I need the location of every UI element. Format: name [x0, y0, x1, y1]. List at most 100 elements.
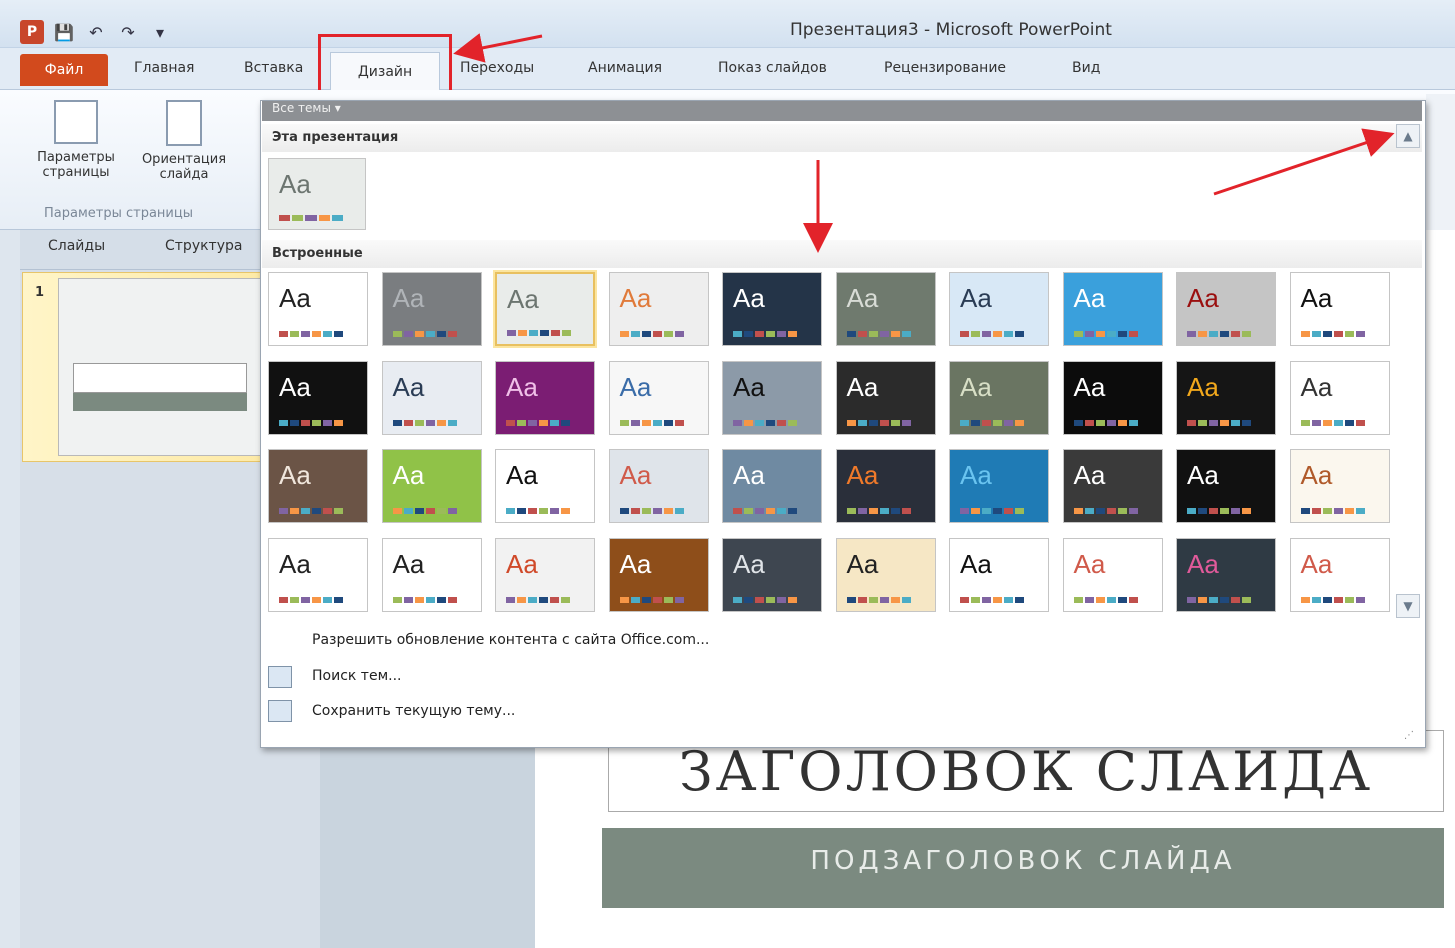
theme-thumbnail[interactable]: Aa: [949, 449, 1049, 523]
page-setup-button[interactable]: Параметры страницы: [22, 96, 130, 206]
theme-thumbnail[interactable]: Aa: [1289, 272, 1390, 346]
tab-transitions[interactable]: Переходы: [460, 60, 534, 76]
theme-thumbnail[interactable]: Aa: [1176, 272, 1276, 346]
theme-sample-text: Aa: [846, 283, 879, 313]
theme-sample-text: Aa: [846, 460, 879, 490]
theme-thumbnail[interactable]: Aa: [1062, 272, 1163, 346]
window-title: Презентация3 - Microsoft PowerPoint: [790, 20, 1112, 40]
theme-thumbnail[interactable]: Aa: [1062, 537, 1163, 612]
tab-view[interactable]: Вид: [1072, 60, 1100, 76]
theme-sample-text: Aa: [1300, 460, 1333, 490]
theme-thumbnail[interactable]: Aa: [381, 449, 482, 523]
theme-thumbnail[interactable]: Aa: [1062, 449, 1163, 523]
theme-thumbnail[interactable]: Aa: [1176, 537, 1276, 612]
slide-subtitle: ПОДЗАГОЛОВОК СЛАЙДА: [810, 846, 1236, 876]
tab-outline[interactable]: Структура: [165, 238, 242, 254]
theme-thumbnail[interactable]: Aa: [1176, 449, 1276, 523]
theme-thumbnail[interactable]: Aa: [722, 272, 822, 346]
theme-color-swatches: [1187, 331, 1251, 337]
tab-animations[interactable]: Анимация: [588, 60, 662, 76]
theme-color-swatches: [279, 508, 343, 514]
theme-sample-text: Aa: [392, 548, 425, 579]
redo-icon[interactable]: ↷: [116, 20, 140, 44]
thumbnail-subtitle-bar: [73, 393, 247, 411]
theme-thumbnail[interactable]: Aa: [1289, 449, 1390, 523]
theme-thumbnail[interactable]: Aa: [835, 537, 936, 612]
theme-color-swatches: [619, 596, 684, 603]
theme-thumbnail[interactable]: Aa: [1062, 360, 1163, 435]
theme-color-swatches: [619, 508, 684, 514]
theme-thumbnail[interactable]: Aa: [949, 360, 1049, 435]
theme-color-swatches: [1300, 419, 1365, 426]
theme-thumbnail[interactable]: Aa: [268, 537, 368, 612]
theme-color-swatches: [392, 331, 457, 337]
theme-thumbnail[interactable]: Aa: [381, 272, 482, 346]
theme-thumbnail[interactable]: Aa: [268, 272, 368, 346]
theme-thumbnail[interactable]: Aa: [495, 449, 595, 523]
theme-thumbnail[interactable]: Aa: [722, 449, 822, 523]
theme-sample-text: Aa: [960, 371, 992, 402]
tab-insert[interactable]: Вставка: [244, 60, 303, 76]
theme-color-swatches: [279, 419, 343, 426]
theme-thumbnail[interactable]: Aa: [381, 537, 482, 612]
tab-slideshow[interactable]: Показ слайдов: [718, 60, 827, 76]
page-setup-icon: [54, 100, 98, 144]
theme-sample-text: Aa: [960, 460, 992, 490]
theme-sample-text: Aa: [1187, 371, 1219, 402]
theme-thumbnail[interactable]: Aa: [268, 449, 368, 523]
gallery-scroll-up-button[interactable]: ▲: [1396, 124, 1420, 148]
theme-thumbnail[interactable]: Aa: [495, 360, 595, 435]
section-current-presentation: Эта презентация: [262, 124, 1422, 152]
menu-browse-themes[interactable]: Поиск тем...: [312, 668, 401, 684]
theme-sample-text: Aa: [506, 371, 538, 402]
gallery-resize-grip[interactable]: ⋰: [1404, 730, 1420, 744]
theme-thumbnail[interactable]: Aa: [835, 360, 936, 435]
gallery-scroll-down-button[interactable]: ▼: [1396, 594, 1420, 618]
undo-icon[interactable]: ↶: [84, 20, 108, 44]
theme-thumbnail[interactable]: Aa: [268, 360, 368, 435]
theme-thumbnail[interactable]: Aa: [608, 449, 709, 523]
theme-color-swatches: [1187, 508, 1251, 514]
gallery-filter-header[interactable]: Все темы ▾: [262, 101, 1422, 121]
tab-slides[interactable]: Слайды: [48, 238, 105, 254]
theme-thumbnail[interactable]: Aa: [608, 537, 709, 612]
theme-color-swatches: [846, 508, 911, 514]
theme-thumbnail[interactable]: Aa: [835, 449, 936, 523]
theme-sample-text: Aa: [506, 548, 538, 579]
theme-thumbnail[interactable]: Aa: [835, 272, 936, 346]
theme-thumbnail[interactable]: Aa: [495, 537, 595, 612]
menu-save-current-theme[interactable]: Сохранить текущую тему...: [312, 703, 515, 719]
theme-thumbnail[interactable]: Aa: [495, 272, 595, 346]
powerpoint-icon[interactable]: P: [20, 20, 44, 44]
menu-enable-office-updates[interactable]: Разрешить обновление контента с сайта Of…: [312, 632, 709, 648]
theme-color-swatches: [506, 508, 570, 514]
theme-sample-text: Aa: [392, 460, 425, 490]
save-icon[interactable]: 💾: [52, 20, 76, 44]
theme-thumbnail[interactable]: Aa: [608, 360, 709, 435]
theme-thumbnail[interactable]: Aa: [608, 272, 709, 346]
theme-color-swatches: [846, 419, 911, 426]
theme-sample-text: Aa: [1073, 283, 1106, 313]
theme-sample-text: Aa: [960, 283, 992, 313]
tab-design[interactable]: Дизайн: [330, 52, 440, 90]
theme-thumbnail[interactable]: Aa: [722, 360, 822, 435]
customize-icon[interactable]: ▾: [148, 20, 172, 44]
current-theme-thumbnail[interactable]: Aa: [268, 158, 366, 230]
theme-thumbnail[interactable]: Aa: [949, 537, 1049, 612]
theme-sample-text: Aa: [619, 460, 652, 490]
tab-home[interactable]: Главная: [134, 60, 194, 76]
theme-thumbnail[interactable]: Aa: [381, 360, 482, 435]
save-theme-icon: [268, 700, 292, 722]
theme-thumbnail[interactable]: Aa: [1289, 537, 1390, 612]
theme-thumbnail[interactable]: Aa: [1289, 360, 1390, 435]
tab-file[interactable]: Файл: [20, 54, 108, 86]
theme-color-swatches: [506, 596, 570, 603]
theme-thumbnail[interactable]: Aa: [949, 272, 1049, 346]
theme-color-swatches: [619, 419, 684, 426]
theme-thumbnail[interactable]: Aa: [1176, 360, 1276, 435]
orientation-button[interactable]: Ориентация слайда: [130, 96, 238, 206]
theme-color-swatches: [507, 330, 571, 336]
theme-thumbnail[interactable]: Aa: [722, 537, 822, 612]
theme-sample-text: Aa: [279, 283, 311, 313]
tab-review[interactable]: Рецензирование: [884, 60, 1006, 76]
